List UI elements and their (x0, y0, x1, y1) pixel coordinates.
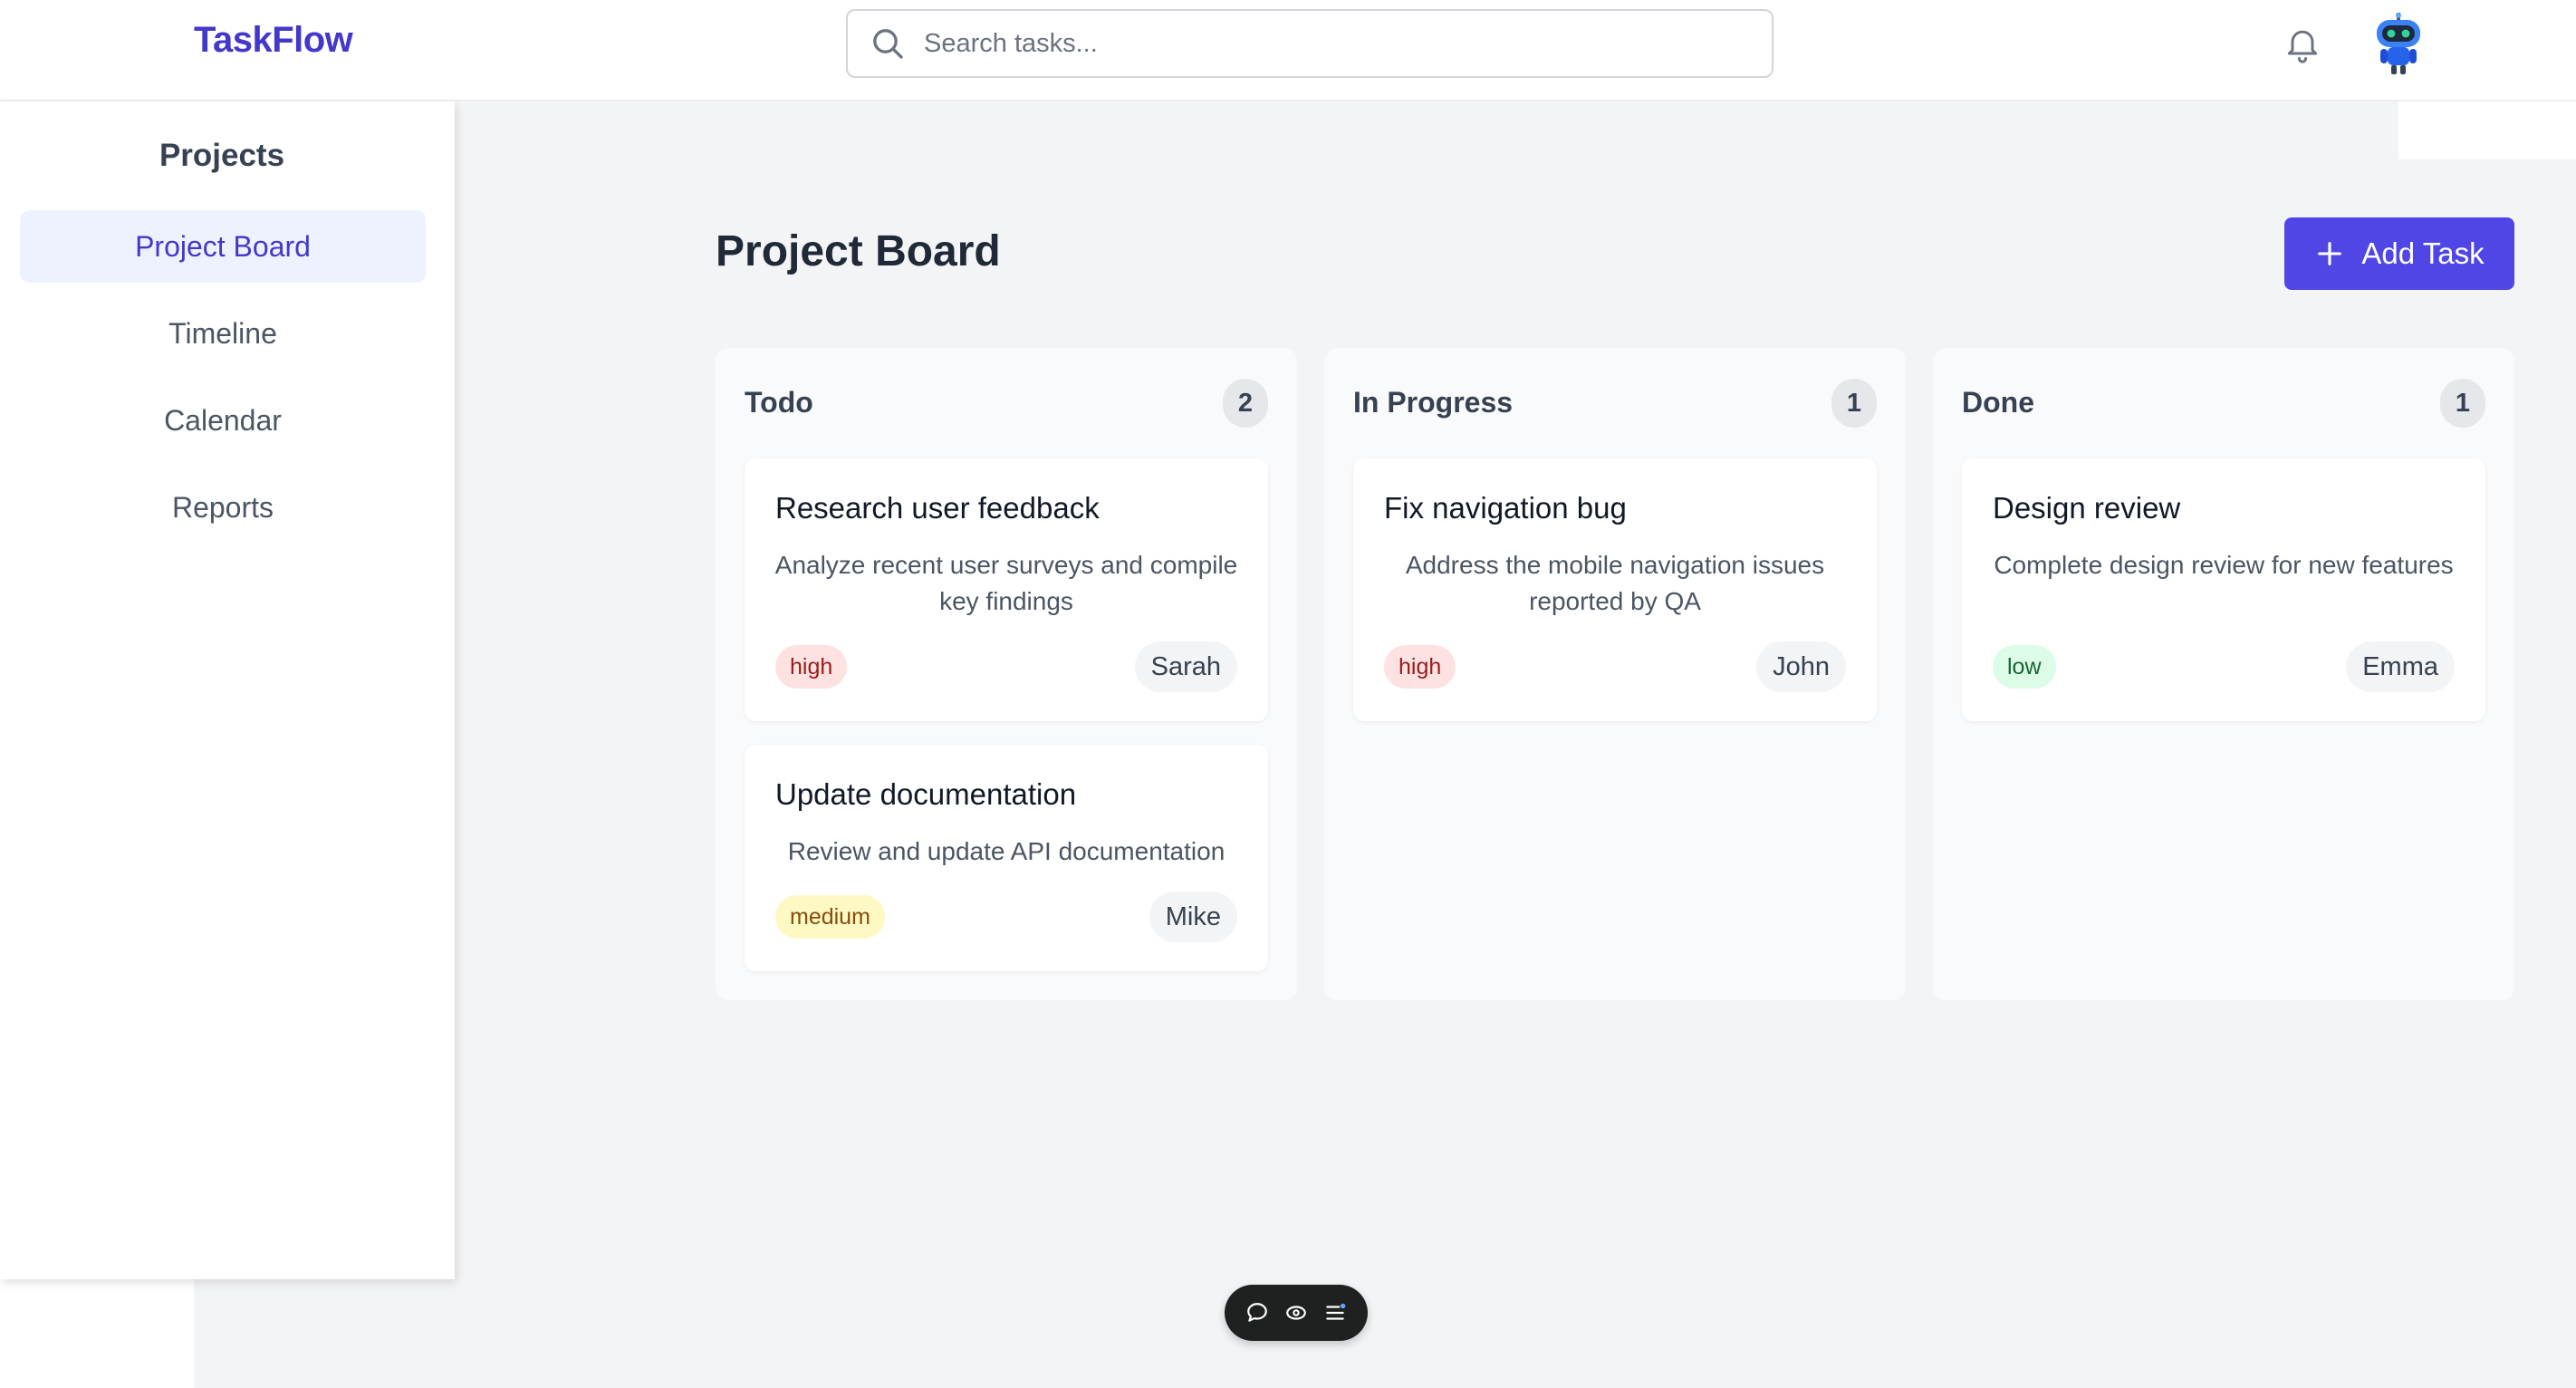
column-todo: Todo 2 Research user feedback Analyze re… (716, 348, 1297, 1000)
column-count-badge: 2 (1223, 379, 1268, 428)
menu-button[interactable] (1321, 1298, 1350, 1327)
add-task-button[interactable]: Add Task (2284, 217, 2514, 290)
sidebar-title: Projects (159, 138, 285, 173)
bell-icon (2287, 30, 2318, 63)
priority-badge: high (775, 645, 848, 689)
header-patch (2398, 101, 2576, 159)
comment-button[interactable] (1243, 1298, 1272, 1327)
task-title: Research user feedback (775, 491, 1100, 525)
preview-button[interactable] (1282, 1298, 1311, 1327)
search-input[interactable] (924, 28, 1739, 59)
column-count-badge: 1 (1831, 379, 1877, 428)
eye-icon (1286, 1306, 1306, 1320)
assignee-chip: Sarah (1134, 641, 1237, 692)
search-icon (873, 29, 903, 59)
priority-badge: medium (775, 895, 885, 939)
comment-icon (1246, 1303, 1267, 1322)
floating-toolbar (1225, 1285, 1368, 1341)
column-in-progress: In Progress 1 Fix navigation bug Address… (1324, 348, 1906, 1000)
sidebar-item-reports[interactable]: Reports (20, 471, 426, 544)
assignee-chip: John (1756, 641, 1846, 692)
task-description: Complete design review for new features (1994, 551, 2454, 579)
priority-badge: low (1993, 645, 2056, 689)
task-title: Design review (1993, 491, 2181, 525)
column-done: Done 1 Design review Complete design rev… (1933, 348, 2514, 1000)
task-title: Fix navigation bug (1384, 491, 1627, 525)
app-root: TaskFlow Search tasks... Projects Projec… (0, 0, 2576, 1388)
add-task-label: Add Task (2361, 236, 2485, 270)
top-header: TaskFlow (0, 0, 2576, 101)
task-card[interactable]: Design review Complete design review for… (1962, 458, 2485, 721)
column-title: Todo (745, 386, 813, 419)
sidebar-item-calendar[interactable]: Calendar (20, 384, 426, 457)
column-title: In Progress (1353, 386, 1514, 419)
task-card[interactable]: Fix navigation bug Address the mobile na… (1353, 458, 1877, 721)
menu-icon (1326, 1303, 1346, 1320)
task-description: Address the mobile navigation issues rep… (1405, 551, 1825, 615)
task-title: Update documentation (775, 777, 1077, 811)
plus-icon (2318, 242, 2342, 265)
task-description: Review and update API documentation (787, 837, 1226, 865)
user-avatar[interactable] (2366, 11, 2431, 76)
search-box[interactable] (846, 9, 1773, 78)
task-card[interactable]: Research user feedback Analyze recent us… (745, 458, 1268, 721)
app-logo[interactable]: TaskFlow (194, 20, 353, 61)
notifications-button[interactable] (2281, 20, 2324, 67)
page-title: Project Board (716, 227, 1001, 275)
task-description: Analyze recent user surveys and compile … (774, 551, 1238, 615)
sidebar-item-project-board[interactable]: Project Board (20, 210, 426, 283)
task-card[interactable]: Update documentation Review and update A… (745, 745, 1268, 971)
priority-badge: high (1384, 645, 1456, 689)
column-count-badge: 1 (2440, 379, 2485, 428)
column-title: Done (1962, 386, 2034, 419)
assignee-chip: Emma (2346, 641, 2455, 692)
assignee-chip: Mike (1149, 892, 1237, 942)
robot-avatar-icon (2377, 13, 2420, 74)
sidebar-item-timeline[interactable]: Timeline (20, 297, 426, 370)
